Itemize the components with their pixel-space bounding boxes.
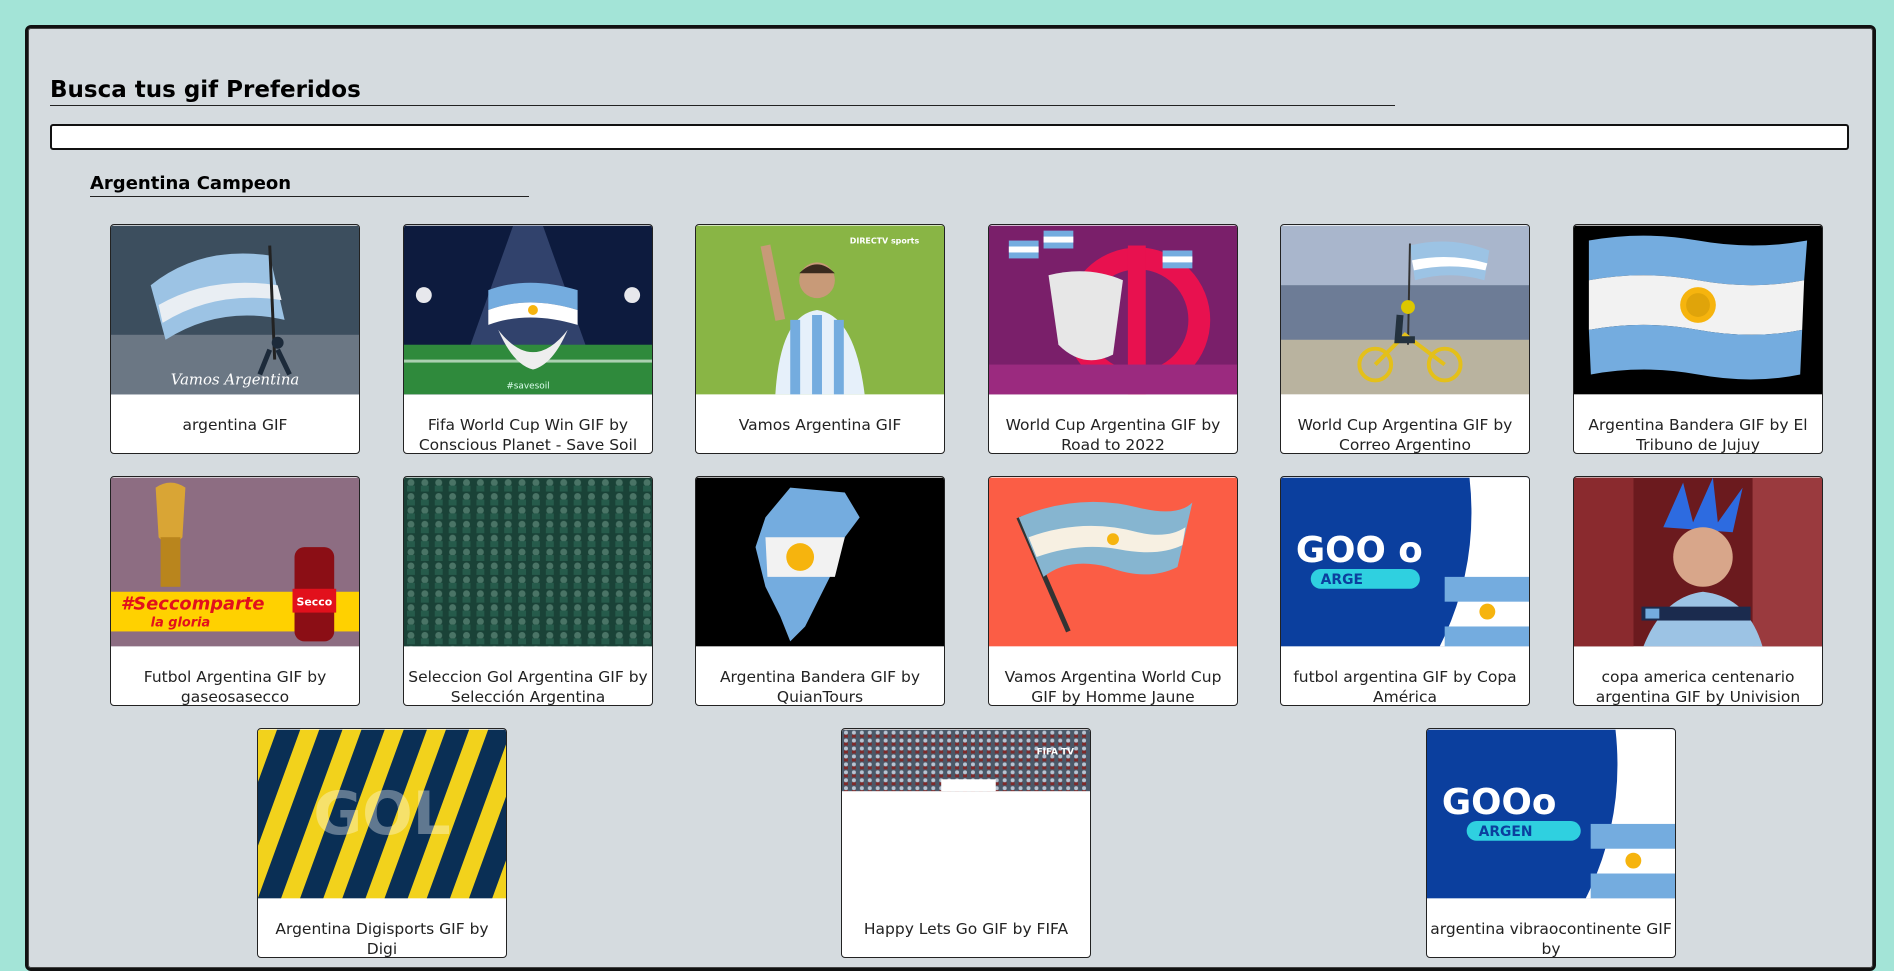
crowd-image (404, 477, 652, 647)
gif-caption: argentina vibraocontinente GIF by (1430, 920, 1672, 958)
goal-banner-image: GOO o ARGE (1281, 477, 1529, 647)
gif-card[interactable]: World Cup Argentina GIF by Road to 2022 (988, 224, 1238, 454)
gif-card[interactable]: GOOo ARGEN argentina vibraocontinente GI… (1426, 728, 1676, 958)
gif-card[interactable]: FIFA TV Happy Lets Go GIF by FIFA (841, 728, 1091, 958)
player-waving-image: DIRECTV sports (696, 225, 944, 395)
gif-caption: Vamos Argentina World Cup GIF by Homme J… (1004, 668, 1222, 706)
gif-caption: World Cup Argentina GIF by Correo Argent… (1297, 416, 1513, 454)
gif-caption: Futbol Argentina GIF by gaseosasecco (143, 668, 327, 706)
map-flag-image (696, 477, 944, 647)
overlay-text: la gloria (151, 615, 211, 630)
gif-caption: Argentina Digisports GIF by Digi (275, 920, 489, 958)
gif-card[interactable]: World Cup Argentina GIF by Correo Argent… (1280, 224, 1530, 454)
header: Busca tus gif Preferidos (50, 76, 1395, 106)
gif-card[interactable]: Argentina Bandera GIF by QuianTours (695, 476, 945, 706)
gif-caption: Seleccion Gol Argentina GIF by Selección… (408, 668, 648, 706)
gif-card[interactable]: Vamos Argentina argentina GIF (110, 224, 360, 454)
gif-caption: argentina GIF (182, 416, 288, 434)
mascot-purple-image (989, 225, 1237, 395)
overlay-text: Vamos Argentina (171, 370, 300, 388)
trophy-soda-image: #Seccomparte la gloria Secco (111, 477, 359, 647)
waving-flag-image (1574, 225, 1822, 395)
overlay-text: DIRECTV sports (850, 237, 920, 246)
section-title: Argentina Campeon (90, 173, 292, 194)
gif-caption: Happy Lets Go GIF by FIFA (863, 920, 1069, 938)
gif-caption: futbol argentina GIF by Copa América (1293, 668, 1517, 706)
overlay-text: GOO o (1296, 530, 1423, 571)
gif-card[interactable]: #savesoil Fifa World Cup Win GIF by Cons… (403, 224, 653, 454)
gif-caption: Vamos Argentina GIF (738, 416, 902, 434)
fan-wig-image (1574, 477, 1822, 647)
overlay-text: ARGE (1321, 572, 1363, 588)
flag-illustration-image (989, 477, 1237, 647)
gif-caption: World Cup Argentina GIF by Road to 2022 (1005, 416, 1221, 454)
stripes-gol-image: GOL (258, 729, 506, 899)
search-input[interactable] (50, 124, 1849, 150)
gif-caption: Fifa World Cup Win GIF by Conscious Plan… (418, 416, 638, 454)
overlay-text: Secco (297, 596, 333, 609)
gif-card[interactable]: GOO o ARGE futbol argentina GIF by Copa … (1280, 476, 1530, 706)
mascot-flag-image: #savesoil (404, 225, 652, 395)
gif-caption: Argentina Bandera GIF by El Tribuno de J… (1588, 416, 1808, 454)
overlay-text: ARGEN (1479, 824, 1533, 840)
overlay-text: GOOo (1442, 782, 1557, 823)
cyclist-flag-image (1281, 225, 1529, 395)
overlay-text: #Seccomparte (121, 594, 265, 615)
gif-card[interactable]: copa america centenario argentina GIF by… (1573, 476, 1823, 706)
gif-card[interactable]: Vamos Argentina World Cup GIF by Homme J… (988, 476, 1238, 706)
gif-caption: copa america centenario argentina GIF by… (1595, 668, 1801, 706)
stadium-image: FIFA TV (842, 729, 1090, 899)
gif-card[interactable]: Argentina Bandera GIF by El Tribuno de J… (1573, 224, 1823, 454)
app-container: Busca tus gif Preferidos Argentina Campe… (25, 25, 1876, 971)
gif-card[interactable]: #Seccomparte la gloria Secco Futbol Arge… (110, 476, 360, 706)
page-title: Busca tus gif Preferidos (50, 77, 361, 103)
goal-banner-image: GOOo ARGEN (1427, 729, 1675, 899)
flag-waver-image: Vamos Argentina (111, 225, 359, 395)
section-header: Argentina Campeon (90, 172, 529, 197)
gif-card[interactable]: Seleccion Gol Argentina GIF by Selección… (403, 476, 653, 706)
overlay-text: #savesoil (506, 381, 549, 391)
overlay-text: GOL (313, 780, 450, 849)
gif-caption: Argentina Bandera GIF by QuianTours (719, 668, 921, 706)
gif-card[interactable]: DIRECTV sports Vamos Argentina GIF (695, 224, 945, 454)
overlay-text: FIFA TV (1037, 747, 1075, 757)
gif-card[interactable]: GOL Argentina Digisports GIF by Digi (257, 728, 507, 958)
